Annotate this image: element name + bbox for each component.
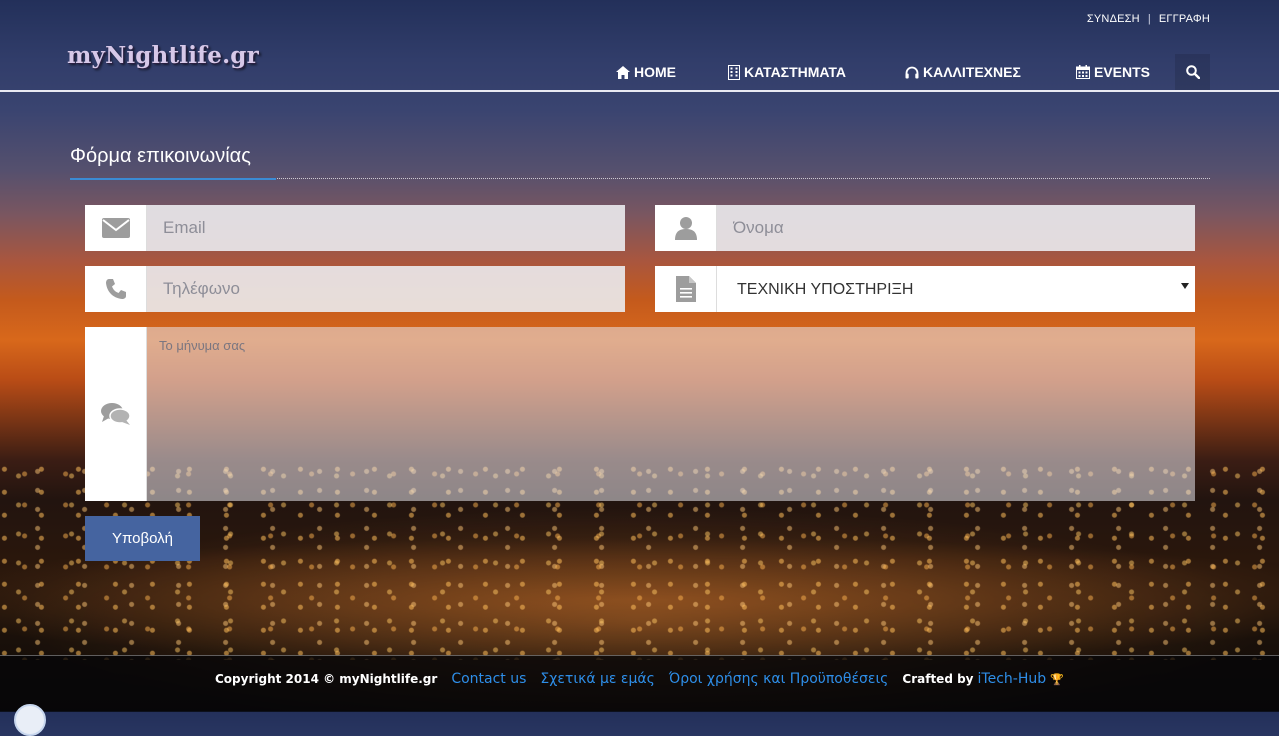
name-field-group (655, 205, 1195, 251)
footer-about-link[interactable]: Σχετικά με εμάς (540, 671, 654, 687)
email-field-group (85, 205, 625, 251)
page-title: Φόρμα επικοινωνίας (70, 145, 251, 167)
nav-home-label: HOME (634, 64, 676, 80)
footer-row: Copyright 2014 © myNightlife.gr Contact … (215, 671, 1064, 687)
title-accent-bar (70, 178, 276, 180)
subject-field-group: ΤΕΧΝΙΚΗ ΥΠΟΣΤΗΡΙΞΗ (655, 266, 1195, 312)
headphones-icon (905, 66, 919, 78)
footer-copyright: Copyright 2014 © myNightlife.gr (215, 672, 438, 686)
message-textarea[interactable] (147, 327, 1195, 501)
register-link[interactable]: ΕΓΓΡΑΦΗ (1159, 13, 1210, 25)
login-link[interactable]: ΣΥΝΔΕΣΗ (1087, 13, 1140, 25)
footer-crafter-link[interactable]: iTech-Hub (978, 671, 1047, 687)
email-input[interactable] (147, 205, 625, 251)
name-input[interactable] (717, 205, 1195, 251)
top-links: ΣΥΝΔΕΣΗ | ΕΓΓΡΑΦΗ (1087, 13, 1210, 25)
nav-artists[interactable]: ΚΑΛΛΙΤΕΧΝΕΣ (897, 54, 1029, 90)
site-footer: Copyright 2014 © myNightlife.gr Contact … (0, 655, 1279, 712)
envelope-icon (85, 205, 147, 251)
message-field-group (85, 327, 1195, 501)
nav-artists-label: ΚΑΛΛΙΤΕΧΝΕΣ (923, 64, 1021, 80)
calendar-icon (1076, 65, 1090, 79)
comments-icon (85, 327, 147, 501)
site-header: ΣΥΝΔΕΣΗ | ΕΓΓΡΑΦΗ myNightlife.gr HOME ΚΑΤΑ… (0, 0, 1279, 92)
top-links-separator: | (1147, 13, 1151, 25)
nav-stores[interactable]: ΚΑΤΑΣΤΗΜΑΤΑ (720, 54, 854, 90)
nav-home[interactable]: HOME (608, 54, 684, 90)
chat-widget-icon[interactable] (14, 704, 46, 736)
nav-events-label: EVENTS (1094, 64, 1151, 80)
user-icon (655, 205, 717, 251)
home-icon (616, 65, 630, 79)
site-logo[interactable]: myNightlife.gr (67, 42, 259, 69)
phone-field-group (85, 266, 625, 312)
building-icon (728, 64, 740, 80)
search-icon (1185, 65, 1200, 79)
nav-events[interactable]: EVENTS (1068, 54, 1158, 90)
subject-select[interactable]: ΤΕΧΝΙΚΗ ΥΠΟΣΤΗΡΙΞΗ (717, 266, 1195, 312)
document-icon (655, 266, 717, 312)
footer-contact-link[interactable]: Contact us (451, 671, 526, 687)
trophy-icon: 🏆 (1050, 673, 1064, 686)
phone-input[interactable] (147, 266, 625, 312)
footer-terms-link[interactable]: Όροι χρήσης και Προϋποθέσεις (669, 671, 889, 687)
phone-icon (85, 266, 147, 312)
search-button[interactable] (1175, 54, 1210, 90)
subject-select-wrapper: ΤΕΧΝΙΚΗ ΥΠΟΣΤΗΡΙΞΗ (717, 266, 1195, 312)
submit-button[interactable]: Υποβολή (85, 516, 200, 561)
nav-stores-label: ΚΑΤΑΣΤΗΜΑΤΑ (744, 64, 846, 80)
footer-crafted-by: Crafted by (902, 672, 974, 686)
